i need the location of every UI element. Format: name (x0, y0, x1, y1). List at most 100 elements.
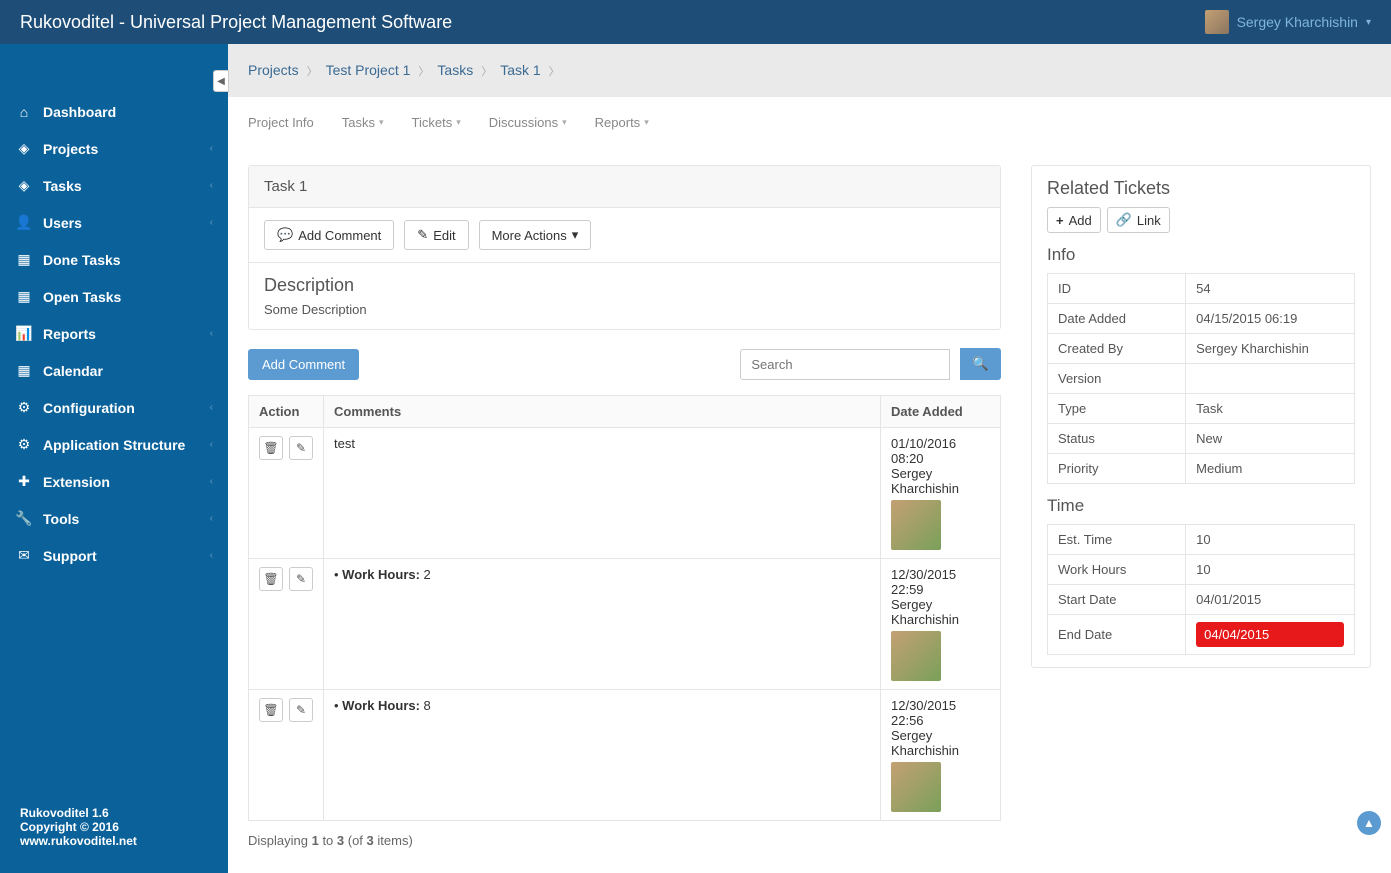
sidebar-item-reports[interactable]: 📊Reports‹ (0, 315, 228, 352)
sidebar-icon: ⚙ (15, 436, 33, 453)
chevron-left-icon: ‹ (210, 217, 213, 228)
info-row: Start Date04/01/2015 (1048, 585, 1355, 615)
sidebar-item-projects[interactable]: ◈Projects‹ (0, 130, 228, 167)
edit-button[interactable]: ✎ (289, 436, 313, 460)
info-key: End Date (1048, 615, 1186, 655)
info-row: Created BySergey Kharchishin (1048, 334, 1355, 364)
info-key: Created By (1048, 334, 1186, 364)
delete-button[interactable]: 🗑 (259, 436, 283, 460)
pager-info: Displaying 1 to 3 (of 3 items) (248, 833, 1001, 848)
info-row: PriorityMedium (1048, 454, 1355, 484)
sidebar-item-users[interactable]: 👤Users‹ (0, 204, 228, 241)
sidebar-icon: ▦ (15, 288, 33, 305)
info-key: Version (1048, 364, 1186, 394)
sidebar-item-tools[interactable]: 🔧 Tools‹ (0, 500, 228, 537)
tab-reports[interactable]: Reports▾ (595, 115, 649, 145)
related-add-button[interactable]: + Add (1047, 207, 1101, 233)
add-comment-button[interactable]: 💬Add Comment (264, 220, 394, 250)
sidebar-item-tasks[interactable]: ◈Tasks‹ (0, 167, 228, 204)
sidebar-item-label: Dashboard (43, 104, 213, 120)
sidebar-icon: ⚙ (15, 399, 33, 416)
sidebar-icon: ⌂ (15, 104, 33, 120)
app-header: Rukovoditel - Universal Project Manageme… (0, 0, 1391, 44)
info-value: 10 (1186, 525, 1355, 555)
sidebar-item-configuration[interactable]: ⚙Configuration‹ (0, 389, 228, 426)
sidebar-icon: ✚ (15, 473, 33, 490)
sidebar-icon: 🔧 (15, 510, 33, 527)
edit-button[interactable]: ✎ (289, 698, 313, 722)
chevron-left-icon: ‹ (210, 476, 213, 487)
info-key: Start Date (1048, 585, 1186, 615)
status-badge: 04/04/2015 (1196, 622, 1344, 647)
chevron-right-icon: 〉 (418, 66, 429, 78)
edit-button[interactable]: ✎Edit (404, 220, 468, 250)
info-value: 04/04/2015 (1186, 615, 1355, 655)
info-value: 04/01/2015 (1186, 585, 1355, 615)
more-actions-button[interactable]: More Actions▾ (479, 220, 592, 250)
tab-discussions[interactable]: Discussions▾ (489, 115, 567, 145)
link-icon: 🔗 (1116, 212, 1132, 228)
trash-icon: 🗑 (263, 441, 278, 455)
user-name: Sergey Kharchishin (1237, 14, 1358, 30)
edit-icon: ✎ (296, 441, 306, 455)
info-row: ID54 (1048, 274, 1355, 304)
sidebar-item-calendar[interactable]: ▦Calendar (0, 352, 228, 389)
chevron-down-icon: ▾ (1366, 17, 1371, 28)
time-table: Est. Time10Work Hours10Start Date04/01/2… (1047, 524, 1355, 655)
sidebar-collapse-button[interactable]: ◀ (213, 70, 229, 92)
chevron-right-icon: 〉 (549, 66, 560, 78)
info-value: 04/15/2015 06:19 (1186, 304, 1355, 334)
comment-text: • Work Hours: 8 (324, 690, 881, 821)
breadcrumb-item[interactable]: Tasks (437, 62, 473, 78)
search-input[interactable] (740, 349, 950, 380)
info-row: Version (1048, 364, 1355, 394)
breadcrumb-item[interactable]: Projects (248, 62, 299, 78)
sidebar-item-open-tasks[interactable]: ▦Open Tasks (0, 278, 228, 315)
sidebar-item-support[interactable]: ✉Support‹ (0, 537, 228, 574)
add-comment-main-button[interactable]: Add Comment (248, 349, 359, 380)
sidebar-item-label: Tools (43, 511, 210, 527)
avatar (891, 500, 941, 550)
edit-button[interactable]: ✎ (289, 567, 313, 591)
comments-table: Action Comments Date Added 🗑✎test01/10/2… (248, 395, 1001, 821)
info-key: Priority (1048, 454, 1186, 484)
comment-text: • Work Hours: 2 (324, 559, 881, 690)
info-value: 54 (1186, 274, 1355, 304)
comment-meta: 12/30/2015 22:59Sergey Kharchishin (881, 559, 1001, 690)
tab-project-info[interactable]: Project Info (248, 115, 314, 145)
task-panel: Task 1 💬Add Comment ✎Edit More Actions▾ … (248, 165, 1001, 330)
sidebar-item-done-tasks[interactable]: ▦Done Tasks (0, 241, 228, 278)
info-row: StatusNew (1048, 424, 1355, 454)
delete-button[interactable]: 🗑 (259, 567, 283, 591)
side-panel: Related Tickets + Add 🔗 Link Info ID54Da… (1031, 165, 1371, 668)
tab-tasks[interactable]: Tasks▾ (342, 115, 384, 145)
info-value: Sergey Kharchishin (1186, 334, 1355, 364)
sidebar-item-dashboard[interactable]: ⌂ Dashboard (0, 94, 228, 130)
col-action: Action (249, 396, 324, 428)
sidebar-item-extension[interactable]: ✚Extension‹ (0, 463, 228, 500)
tab-tickets[interactable]: Tickets▾ (412, 115, 461, 145)
sidebar-item-label: Configuration (43, 400, 210, 416)
scroll-top-button[interactable]: ▲ (1357, 811, 1381, 835)
sidebar-item-label: Tasks (43, 178, 210, 194)
comment-meta: 01/10/2016 08:20Sergey Kharchishin (881, 428, 1001, 559)
sidebar-item-application-structure[interactable]: ⚙Application Structure‹ (0, 426, 228, 463)
search-button[interactable]: 🔍 (960, 348, 1001, 380)
related-tickets-heading: Related Tickets (1047, 178, 1355, 199)
breadcrumb-item[interactable]: Test Project 1 (326, 62, 411, 78)
related-link-button[interactable]: 🔗 Link (1107, 207, 1170, 233)
footer-link[interactable]: www.rukovoditel.net (20, 834, 137, 848)
delete-button[interactable]: 🗑 (259, 698, 283, 722)
avatar (891, 762, 941, 812)
chevron-left-icon: ‹ (210, 550, 213, 561)
info-key: Est. Time (1048, 525, 1186, 555)
info-value: 10 (1186, 555, 1355, 585)
edit-icon: ✎ (296, 572, 306, 586)
user-menu[interactable]: Sergey Kharchishin ▾ (1205, 10, 1371, 34)
breadcrumb-item[interactable]: Task 1 (500, 62, 540, 78)
sidebar-item-label: Projects (43, 141, 210, 157)
sidebar-item-label: Calendar (43, 363, 213, 379)
chevron-left-icon: ‹ (210, 513, 213, 524)
description-heading: Description (264, 275, 985, 296)
chevron-left-icon: ‹ (210, 439, 213, 450)
